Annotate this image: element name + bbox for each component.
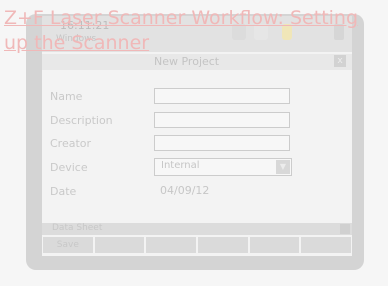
page-title-link[interactable]: Z+F Laser Scanner Workflow: Setting up t… [4,6,364,56]
device-select-value: Internal [161,160,200,171]
device-select[interactable]: Internal ▼ [154,158,292,176]
dialog-title: New Project [154,55,220,68]
close-icon[interactable]: x [334,55,346,67]
softkey-button-3[interactable] [146,237,197,253]
creator-field[interactable] [154,135,290,151]
softkey-button-5[interactable] [249,237,300,253]
device-label: Device [50,161,88,174]
creator-label: Creator [50,137,92,150]
date-value: 04/09/12 [160,184,210,197]
description-label: Description [50,114,113,127]
description-field[interactable] [154,112,290,128]
date-label: Date [50,185,77,198]
button-row: Save [42,236,352,256]
softkey-button-2[interactable] [94,237,145,253]
name-field[interactable] [154,88,290,104]
save-button[interactable]: Save [43,237,93,253]
softkey-button-4[interactable] [198,237,248,253]
name-label: Name [50,90,83,103]
dialog-titlebar: New Project x [42,54,352,70]
data-sheet-label: Data Sheet [52,223,103,233]
softkey-button-6[interactable] [301,237,352,253]
chevron-down-icon[interactable]: ▼ [276,160,290,174]
scroll-button[interactable] [340,224,350,234]
softkey-bar: Data Sheet [42,223,352,235]
